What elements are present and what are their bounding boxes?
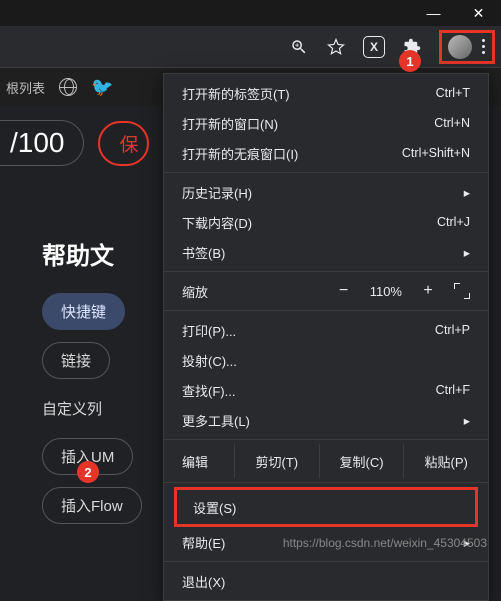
- chevron-right-icon: ▸: [464, 245, 470, 260]
- bookmark-star-icon[interactable]: [326, 37, 346, 57]
- callout-1: 1: [399, 50, 421, 72]
- menu-edit-cut[interactable]: 剪切(T): [234, 444, 319, 478]
- menu-item-bookmarks[interactable]: 书签(B)▸: [164, 237, 488, 267]
- menu-item-new-tab[interactable]: 打开新的标签页(T)Ctrl+T: [164, 78, 488, 108]
- menu-item-new-incognito[interactable]: 打开新的无痕窗口(I)Ctrl+Shift+N: [164, 138, 488, 168]
- twitter-icon[interactable]: 🐦: [91, 77, 113, 98]
- menu-item-settings[interactable]: 设置(S): [185, 492, 475, 522]
- menu-edit-paste[interactable]: 粘贴(P): [403, 444, 488, 478]
- menu-separator: [164, 482, 488, 483]
- save-button[interactable]: 保: [98, 121, 149, 166]
- menu-item-new-window[interactable]: 打开新的窗口(N)Ctrl+N: [164, 108, 488, 138]
- menu-item-print[interactable]: 打印(P)...Ctrl+P: [164, 315, 488, 345]
- profile-and-menu-highlight: [439, 30, 495, 64]
- avatar[interactable]: [448, 35, 472, 59]
- title-bar: — ✕: [0, 0, 501, 26]
- counter-pill: /100: [0, 120, 84, 166]
- menu-separator: [164, 271, 488, 272]
- zoom-in-button[interactable]: +: [420, 282, 436, 300]
- chip-flow[interactable]: 插入Flow: [42, 487, 142, 524]
- window-minimize-button[interactable]: —: [411, 0, 456, 26]
- menu-item-cast[interactable]: 投射(C)...: [164, 345, 488, 375]
- menu-item-find[interactable]: 查找(F)...Ctrl+F: [164, 375, 488, 405]
- menu-edit-copy[interactable]: 复制(C): [319, 444, 404, 478]
- zoom-icon[interactable]: [289, 37, 309, 57]
- menu-item-downloads[interactable]: 下载内容(D)Ctrl+J: [164, 207, 488, 237]
- watermark: https://blog.csdn.net/weixin_45304503: [283, 536, 487, 550]
- menu-separator: [164, 172, 488, 173]
- menu-item-exit[interactable]: 退出(X): [164, 566, 488, 596]
- chip-link[interactable]: 链接: [42, 342, 110, 379]
- menu-edit-row: 编辑 剪切(T) 复制(C) 粘贴(P): [164, 444, 488, 478]
- chevron-right-icon: ▸: [464, 413, 470, 428]
- tab-label[interactable]: 根列表: [6, 78, 45, 97]
- browser-context-menu: 打开新的标签页(T)Ctrl+T 打开新的窗口(N)Ctrl+N 打开新的无痕窗…: [163, 73, 489, 601]
- extension-badge[interactable]: X: [363, 36, 385, 58]
- settings-highlight: 设置(S): [174, 487, 478, 527]
- menu-separator: [164, 439, 488, 440]
- menu-item-zoom: 缩放 − 110% +: [164, 276, 488, 306]
- fullscreen-icon[interactable]: [454, 283, 470, 299]
- zoom-value: 110%: [370, 284, 402, 299]
- chip-hotkey[interactable]: 快捷键: [42, 293, 125, 330]
- menu-edit-label: 编辑: [182, 444, 234, 478]
- kebab-menu-icon[interactable]: [478, 39, 488, 54]
- window-close-button[interactable]: ✕: [456, 0, 501, 26]
- menu-item-history[interactable]: 历史记录(H)▸: [164, 177, 488, 207]
- menu-item-more-tools[interactable]: 更多工具(L)▸: [164, 405, 488, 435]
- browser-toolbar: X: [0, 26, 501, 68]
- globe-icon[interactable]: [59, 78, 77, 96]
- menu-separator: [164, 561, 488, 562]
- chevron-right-icon: ▸: [464, 185, 470, 200]
- menu-separator: [164, 310, 488, 311]
- callout-2: 2: [77, 461, 99, 483]
- zoom-out-button[interactable]: −: [336, 282, 352, 300]
- chip-custom[interactable]: 自定义列: [42, 391, 120, 426]
